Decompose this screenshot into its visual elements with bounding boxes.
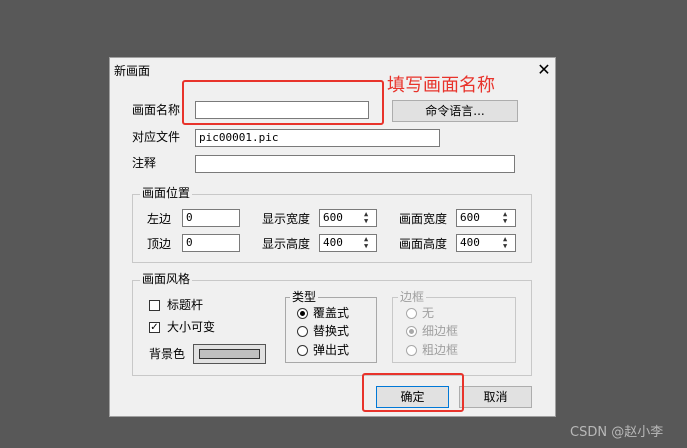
color-swatch (199, 349, 260, 359)
spin-down-icon[interactable]: ▼ (503, 243, 507, 250)
left-input[interactable]: 0 (182, 209, 240, 227)
bg-color-button[interactable] (193, 344, 266, 364)
watermark: CSDN @赵小李 (570, 425, 664, 440)
screen-height-spinner[interactable]: 400 ▲ ▼ (456, 234, 516, 252)
bg-color-label: 背景色 (149, 347, 186, 361)
style-group-title: 画面风格 (140, 272, 193, 286)
screen-width-spinner[interactable]: 600 ▲ ▼ (456, 209, 516, 227)
border-option-label: 粗边框 (422, 343, 459, 357)
border-group-title: 边框 (398, 290, 427, 304)
spin-buttons[interactable]: ▲ ▼ (362, 235, 376, 251)
resizable-label: 大小可变 (167, 320, 216, 334)
top-input[interactable]: 0 (182, 234, 240, 252)
radio-icon (406, 308, 417, 319)
file-input[interactable]: pic00001.pic (195, 129, 440, 147)
radio-icon (406, 345, 417, 356)
type-option-label: 覆盖式 (313, 306, 350, 320)
checkbox-box[interactable] (149, 300, 160, 311)
position-group (132, 194, 532, 263)
spin-down-icon[interactable]: ▼ (364, 243, 368, 250)
border-option-label: 无 (422, 306, 435, 320)
display-width-label: 显示宽度 (262, 212, 311, 226)
top-label: 顶边 (147, 237, 172, 251)
annotation-box-name (182, 80, 384, 125)
type-group-title: 类型 (290, 290, 319, 304)
display-height-spinner[interactable]: 400 ▲ ▼ (319, 234, 377, 252)
title-bar-label: 标题杆 (167, 298, 204, 312)
position-group-title: 画面位置 (140, 186, 193, 200)
type-option-label: 替换式 (313, 324, 350, 338)
type-option-label: 弹出式 (313, 343, 350, 357)
spin-buttons[interactable]: ▲ ▼ (501, 210, 515, 226)
screen-width-value: 600 (460, 211, 480, 224)
spin-buttons[interactable]: ▲ ▼ (362, 210, 376, 226)
check-icon[interactable]: ✓ (149, 322, 160, 333)
screen-width-label: 画面宽度 (399, 212, 448, 226)
dialog-title: 新画面 (114, 64, 151, 78)
spin-buttons[interactable]: ▲ ▼ (501, 235, 515, 251)
radio-icon[interactable] (297, 345, 308, 356)
border-option-label: 细边框 (422, 324, 459, 338)
screen-height-label: 画面高度 (399, 237, 448, 251)
annotation-text: 填写画面名称 (387, 75, 495, 96)
spin-down-icon[interactable]: ▼ (503, 218, 507, 225)
cancel-button[interactable]: 取消 (459, 386, 532, 408)
screen-height-value: 400 (460, 236, 480, 249)
display-height-value: 400 (323, 236, 343, 249)
close-icon[interactable]: ✕ (534, 60, 554, 80)
display-width-value: 600 (323, 211, 343, 224)
radio-icon[interactable] (297, 326, 308, 337)
comment-input[interactable] (195, 155, 515, 173)
radio-icon (406, 326, 417, 337)
display-width-spinner[interactable]: 600 ▲ ▼ (319, 209, 377, 227)
screen-name-label: 画面名称 (132, 103, 181, 117)
file-label: 对应文件 (132, 130, 181, 144)
left-label: 左边 (147, 212, 172, 226)
command-language-button[interactable]: 命令语言... (392, 100, 518, 122)
annotation-box-ok (362, 373, 464, 412)
radio-icon[interactable] (297, 308, 308, 319)
display-height-label: 显示高度 (262, 237, 311, 251)
spin-down-icon[interactable]: ▼ (364, 218, 368, 225)
comment-label: 注释 (132, 156, 157, 170)
